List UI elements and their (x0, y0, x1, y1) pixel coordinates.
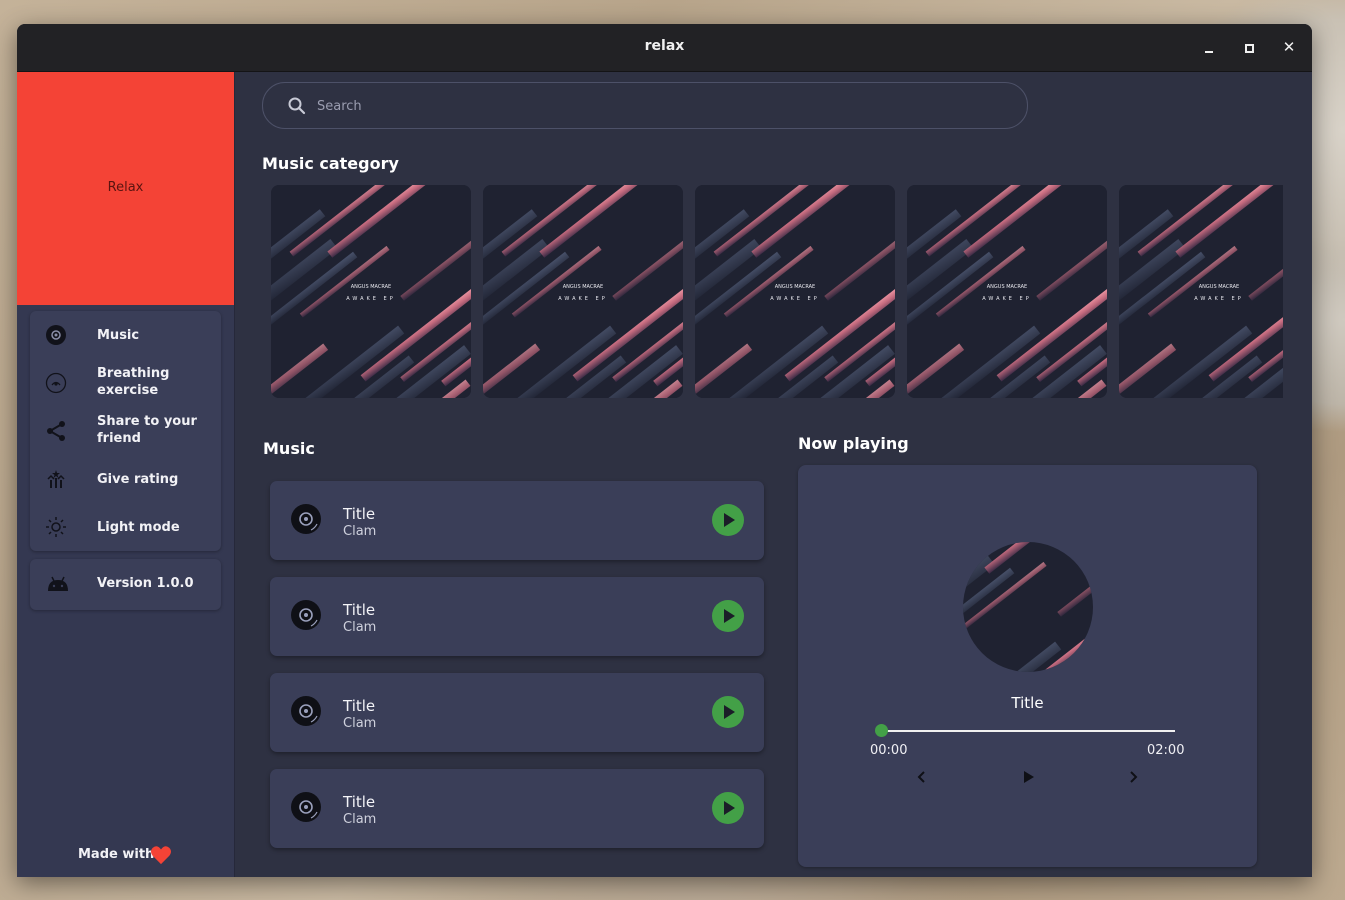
app-window: relax ✕ Relax Music Breathing exercise S… (17, 24, 1312, 877)
category-card[interactable]: ANGUS MACRAE AWAKE EP (271, 185, 471, 398)
maximize-button[interactable] (1237, 36, 1261, 60)
cover-album: AWAKE EP (1194, 296, 1243, 302)
sidebar-item-label: Music (97, 328, 140, 343)
cover-artist: ANGUS MACRAE (987, 284, 1027, 290)
disc-icon (291, 504, 321, 534)
play-icon (724, 609, 735, 623)
close-button[interactable]: ✕ (1277, 36, 1301, 60)
song-artist: Clam (343, 524, 377, 539)
category-card[interactable]: ANGUS MACRAE AWAKE EP (1119, 185, 1283, 398)
sidebar-item-label: Breathing exercise (97, 366, 170, 398)
made-with-footer: Made with (17, 844, 234, 868)
song-list-item[interactable]: Title Clam (270, 769, 764, 848)
sidebar-item-label: Give rating (97, 472, 179, 487)
version-label: Version 1.0.0 (97, 576, 194, 591)
search-icon (288, 97, 306, 115)
category-card[interactable]: ANGUS MACRAE AWAKE EP (483, 185, 683, 398)
sidebar: Relax Music Breathing exercise Share to … (17, 72, 235, 877)
play-button[interactable] (712, 504, 744, 536)
album-cover-image: ANGUS MACRAE AWAKE EP (271, 185, 471, 398)
sidebar-item-share[interactable]: Share to your friend (30, 409, 221, 453)
disc-icon (291, 792, 321, 822)
cover-artist: ANGUS MACRAE (563, 284, 603, 290)
share-icon (47, 421, 65, 441)
progress-track[interactable] (881, 730, 1175, 732)
song-artist: Clam (343, 812, 377, 827)
album-cover-image: ANGUS MACRAE AWAKE EP (483, 185, 683, 398)
play-button[interactable] (712, 792, 744, 824)
song-artist: Clam (343, 716, 377, 731)
titlebar: relax ✕ (17, 24, 1312, 72)
maximize-icon (1245, 44, 1254, 53)
sidebar-item-label: Light mode (97, 520, 180, 535)
heart-icon (151, 846, 171, 865)
category-carousel: ANGUS MACRAE AWAKE EP ANGUS MACRAE AWAKE… (271, 184, 1283, 400)
rating-icon (47, 470, 65, 488)
window-title: relax (644, 38, 685, 54)
now-playing-song-title: Title (1011, 694, 1044, 712)
previous-button[interactable] (912, 767, 932, 787)
now-playing-panel: Title 00:00 02:00 (798, 465, 1257, 867)
play-button[interactable] (712, 696, 744, 728)
sidebar-menu: Music Breathing exercise Share to your f… (30, 311, 221, 551)
song-title: Title (343, 505, 376, 523)
disc-icon (291, 696, 321, 726)
cover-album: AWAKE EP (982, 296, 1031, 302)
now-playing-cover (963, 542, 1093, 672)
album-cover-image (963, 542, 1093, 672)
play-button[interactable] (712, 600, 744, 632)
category-card[interactable]: ANGUS MACRAE AWAKE EP (695, 185, 895, 398)
play-icon (724, 513, 735, 527)
album-cover-image: ANGUS MACRAE AWAKE EP (695, 185, 895, 398)
cover-album: AWAKE EP (770, 296, 819, 302)
progress-handle[interactable] (875, 724, 888, 737)
cover-artist: ANGUS MACRAE (775, 284, 815, 290)
minimize-icon (1205, 51, 1213, 53)
play-icon (724, 705, 735, 719)
made-with-text: Made with (78, 847, 155, 862)
cover-album: AWAKE EP (558, 296, 607, 302)
cover-album: AWAKE EP (346, 296, 395, 302)
cover-artist: ANGUS MACRAE (351, 284, 391, 290)
sidebar-item-music[interactable]: Music (30, 313, 221, 357)
disc-icon (291, 600, 321, 630)
sidebar-item-rating[interactable]: Give rating (30, 457, 221, 501)
song-title: Title (343, 793, 376, 811)
cover-artist: ANGUS MACRAE (1199, 284, 1239, 290)
song-list-item[interactable]: Title Clam (270, 481, 764, 560)
sidebar-item-light-mode[interactable]: Light mode (30, 505, 221, 549)
minimize-button[interactable] (1197, 36, 1221, 60)
album-cover-image: ANGUS MACRAE AWAKE EP (907, 185, 1107, 398)
album-cover-image: ANGUS MACRAE AWAKE EP (1119, 185, 1283, 398)
version-item[interactable]: Version 1.0.0 (30, 559, 221, 610)
close-icon: ✕ (1282, 38, 1296, 56)
breathing-icon (45, 372, 67, 394)
song-list-item[interactable]: Title Clam (270, 673, 764, 752)
sidebar-header: Relax (17, 72, 234, 305)
android-icon (48, 576, 68, 591)
music-category-title: Music category (262, 154, 399, 173)
now-playing-title: Now playing (798, 434, 909, 453)
song-list-item[interactable]: Title Clam (270, 577, 764, 656)
sidebar-header-text: Relax (107, 180, 144, 195)
song-title: Title (343, 697, 376, 715)
music-section-title: Music (263, 439, 315, 458)
search-bar[interactable] (262, 82, 1028, 129)
play-pause-button[interactable] (1018, 767, 1038, 787)
current-time: 00:00 (870, 743, 908, 758)
category-card[interactable]: ANGUS MACRAE AWAKE EP (907, 185, 1107, 398)
song-artist: Clam (343, 620, 377, 635)
sidebar-item-breathing[interactable]: Breathing exercise (30, 361, 221, 405)
next-button[interactable] (1123, 767, 1143, 787)
play-icon (724, 801, 735, 815)
sidebar-item-label: Share to your friend (97, 414, 197, 446)
search-input[interactable] (315, 94, 969, 118)
sun-icon (46, 517, 66, 537)
disc-icon (46, 325, 66, 345)
song-title: Title (343, 601, 376, 619)
total-time: 02:00 (1147, 743, 1185, 758)
